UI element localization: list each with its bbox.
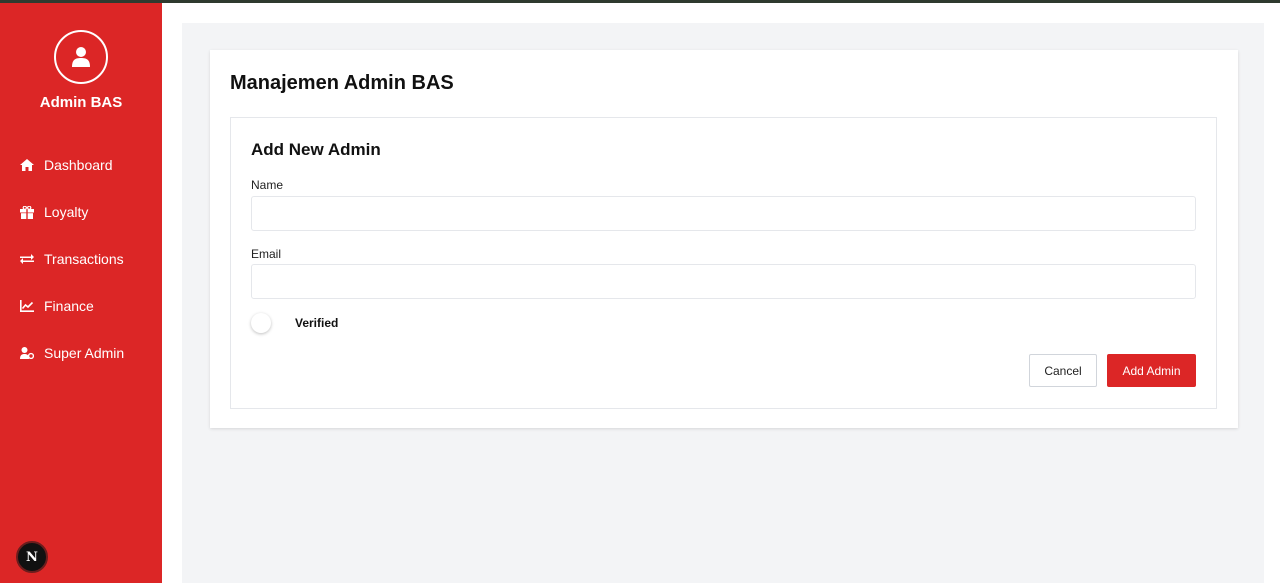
page-title: Manajemen Admin BAS xyxy=(230,72,454,94)
cancel-button[interactable]: Cancel xyxy=(1029,354,1097,387)
name-input[interactable] xyxy=(251,196,1196,231)
sidebar-item-label: Super Admin xyxy=(44,345,125,361)
sidebar: Admin BAS Dashboard Loyalty Transactions… xyxy=(0,0,162,583)
email-input[interactable] xyxy=(251,264,1196,299)
gift-icon xyxy=(20,205,34,219)
top-border xyxy=(0,0,1280,3)
sidebar-item-transactions[interactable]: Transactions xyxy=(20,247,124,271)
sidebar-item-finance[interactable]: Finance xyxy=(20,294,94,318)
email-label: Email xyxy=(251,247,282,261)
exchange-icon xyxy=(20,252,34,266)
nextjs-badge[interactable]: N xyxy=(16,541,48,573)
brand-name: Admin BAS xyxy=(39,94,123,111)
user-cog-icon xyxy=(20,346,34,360)
add-admin-button[interactable]: Add Admin xyxy=(1107,354,1196,387)
user-avatar-icon xyxy=(54,30,108,84)
sidebar-item-dashboard[interactable]: Dashboard xyxy=(20,153,113,177)
sidebar-item-label: Finance xyxy=(44,298,94,314)
name-label: Name xyxy=(251,178,284,192)
sidebar-item-label: Loyalty xyxy=(44,204,89,220)
home-icon xyxy=(20,158,34,172)
sidebar-item-super-admin[interactable]: Super Admin xyxy=(20,341,124,365)
form-title: Add New Admin xyxy=(251,140,381,159)
sidebar-item-label: Dashboard xyxy=(44,157,113,173)
sidebar-item-label: Transactions xyxy=(44,251,124,267)
verified-label: Verified xyxy=(295,316,339,330)
verified-toggle[interactable] xyxy=(251,313,271,333)
chart-line-icon xyxy=(20,299,34,313)
sidebar-item-loyalty[interactable]: Loyalty xyxy=(20,200,88,224)
